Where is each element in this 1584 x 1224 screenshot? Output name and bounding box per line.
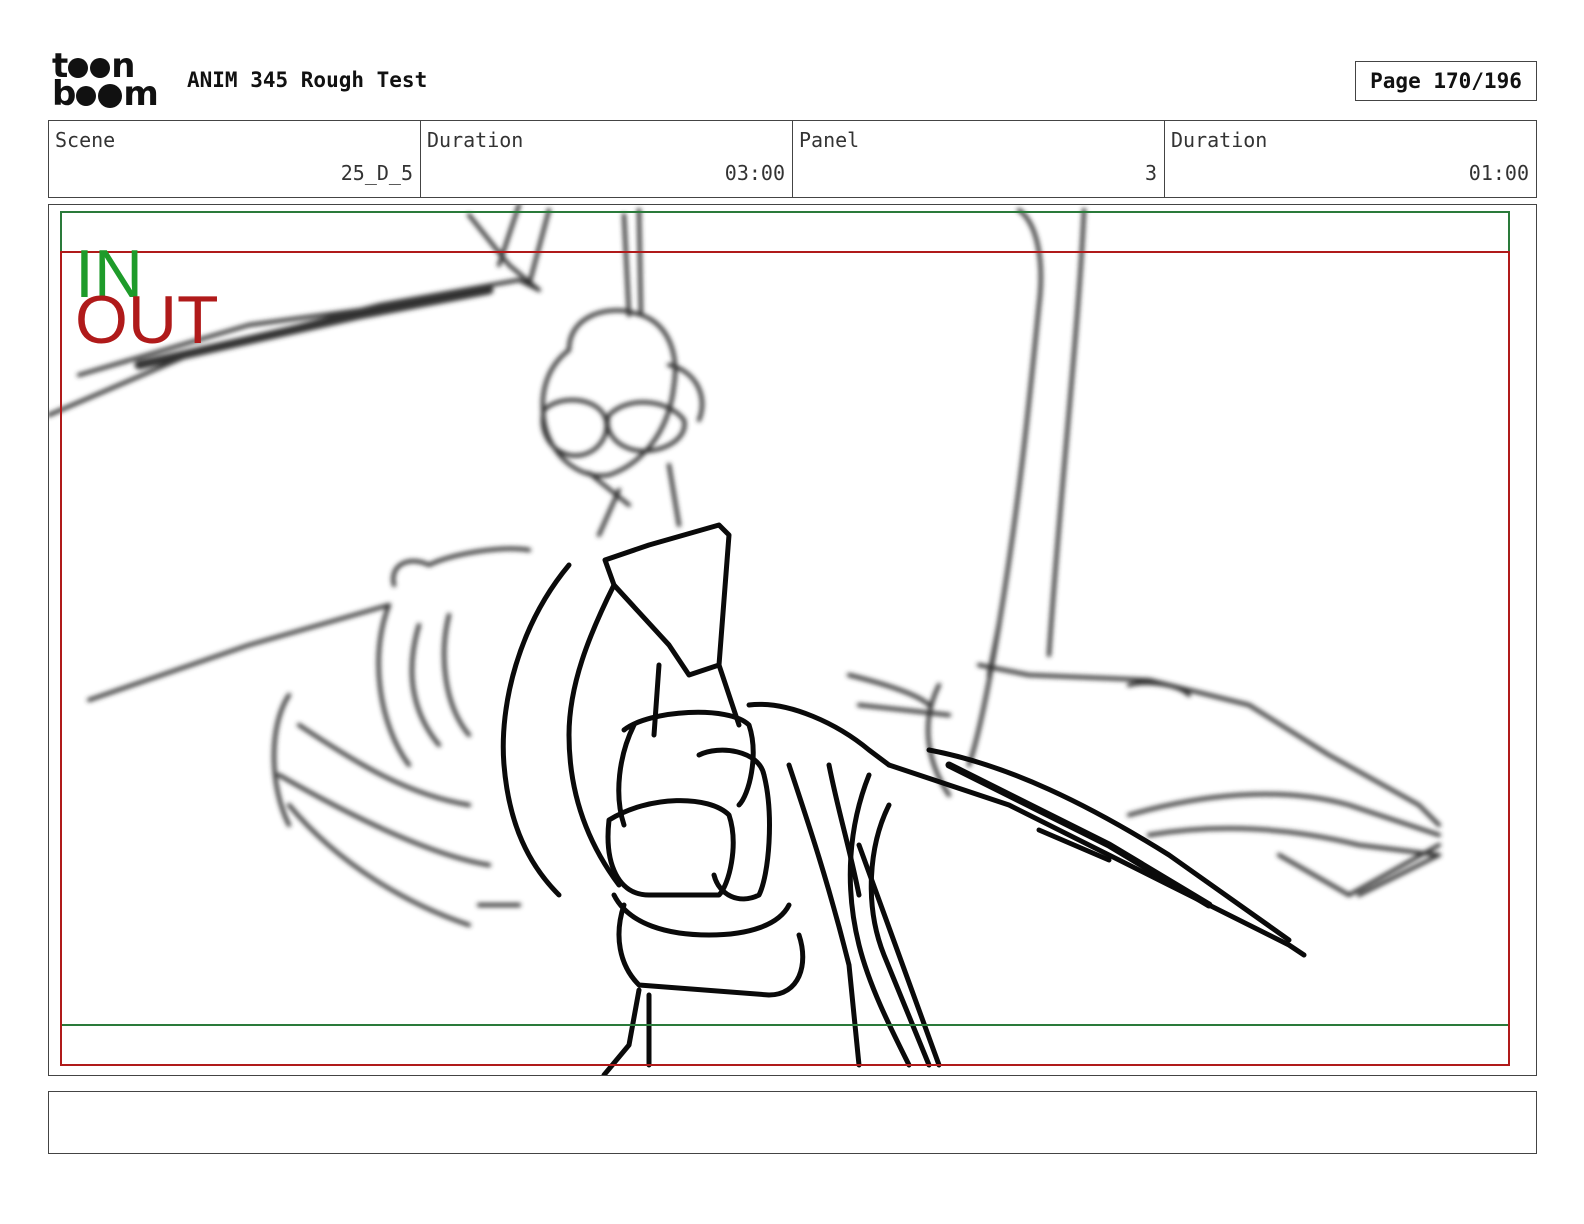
logo-letter-m: m (123, 74, 158, 114)
storyboard-panel: IN OUT (48, 204, 1537, 1076)
out-label: OUT (75, 282, 219, 358)
panel-duration-cell: Duration 01:00 (1165, 121, 1536, 197)
toonboom-logo: tn bm (52, 49, 164, 112)
panel-duration-value: 01:00 (1468, 161, 1529, 185)
scene-duration-label: Duration (427, 128, 524, 152)
scene-label: Scene (55, 128, 116, 152)
logo-dot (76, 86, 97, 106)
panel-cell: Panel 3 (793, 121, 1165, 197)
logo-dot (98, 84, 123, 108)
panel-label: Panel (799, 128, 860, 152)
info-row: Scene 25_D_5 Duration 03:00 Panel 3 Dura… (48, 120, 1537, 198)
panel-duration-label: Duration (1171, 128, 1268, 152)
background-sketch (49, 205, 1441, 927)
scene-duration-value: 03:00 (724, 161, 785, 185)
panel-value: 3 (1144, 161, 1157, 185)
document-title: ANIM 345 Rough Test (187, 68, 428, 92)
page-number: Page 170/196 (1355, 61, 1537, 101)
logo-letter-b: b (52, 74, 76, 114)
scene-duration-cell: Duration 03:00 (421, 121, 793, 197)
panel-sketch: IN OUT (49, 205, 1510, 1075)
scene-value: 25_D_5 (340, 161, 413, 185)
logo-bottom-line: bm (52, 77, 164, 111)
out-frame-guide (60, 251, 1510, 1066)
scene-cell: Scene 25_D_5 (49, 121, 421, 197)
logo-dot (90, 58, 111, 78)
caption-box (48, 1091, 1537, 1154)
